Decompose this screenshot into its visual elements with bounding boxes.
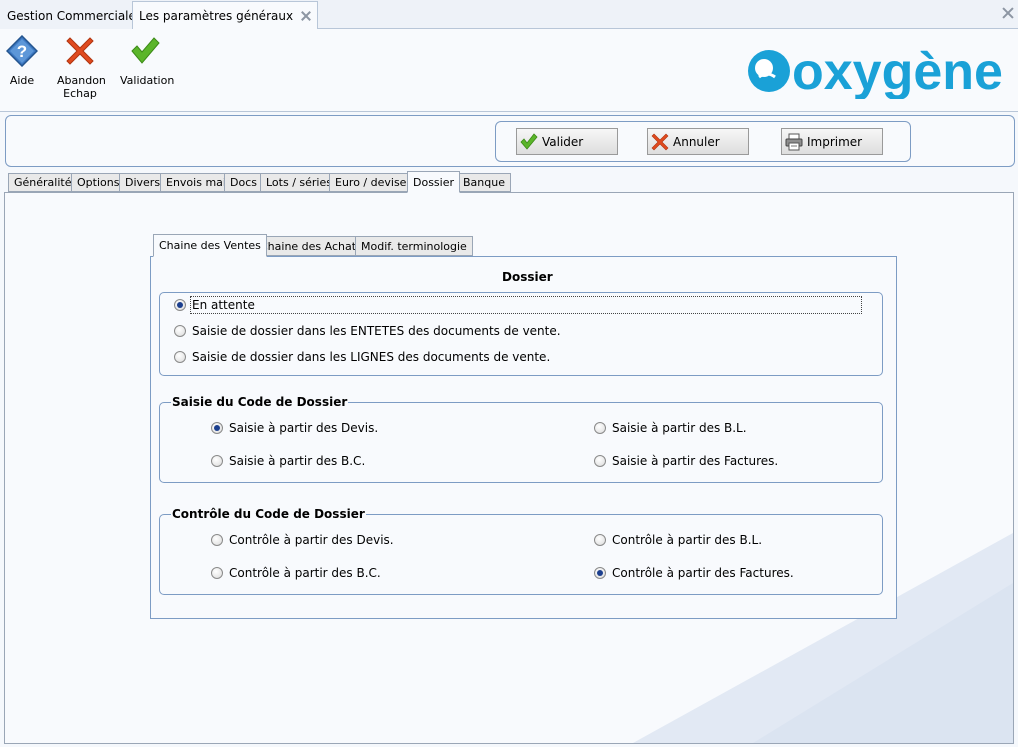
radio-saisie-entetes[interactable]: Saisie de dossier dans les ENTETES des d… — [174, 324, 561, 338]
cross-icon — [66, 37, 94, 65]
radio-selected-icon — [174, 299, 186, 311]
checkmark-icon — [131, 37, 160, 64]
tab-modif-terminologie[interactable]: Modif. terminologie — [355, 236, 473, 256]
radio-unselected-icon — [174, 325, 186, 337]
radio-controle-bc[interactable]: Contrôle à partir des B.C. — [211, 566, 381, 580]
validation-label: Validation — [120, 74, 175, 87]
imprimer-button[interactable]: Imprimer — [781, 128, 883, 155]
valider-button[interactable]: Valider — [516, 128, 618, 155]
tab-options[interactable]: Options — [71, 173, 126, 192]
close-icon[interactable] — [301, 11, 311, 21]
tab-label: Modif. terminologie — [361, 239, 467, 253]
tab-divers[interactable]: Divers — [119, 173, 167, 192]
tab-label: Euro / devises — [335, 176, 413, 189]
tab-label: Lots / séries — [266, 176, 332, 189]
imprimer-label: Imprimer — [807, 134, 863, 149]
radio-label: Contrôle à partir des B.L. — [612, 533, 763, 547]
dossier-title: Dossier — [501, 270, 554, 284]
annuler-button[interactable]: Annuler — [647, 128, 749, 155]
radio-saisie-bl[interactable]: Saisie à partir des B.L. — [594, 421, 747, 435]
ribbon-toolbar: ? Aide Abandon Echap Validation oxygène — [0, 29, 1018, 112]
tab-label: Docs — [230, 176, 257, 189]
radio-selected-icon — [211, 422, 223, 434]
radio-unselected-icon — [211, 567, 223, 579]
radio-saisie-bc[interactable]: Saisie à partir des B.C. — [211, 454, 365, 468]
tab-label: Chaine des Achats — [260, 239, 362, 253]
aide-button[interactable]: ? Aide — [5, 34, 39, 87]
abandon-button[interactable]: Abandon Echap — [57, 35, 106, 100]
help-icon: ? — [5, 34, 39, 68]
radio-saisie-factures[interactable]: Saisie à partir des Factures. — [594, 454, 778, 468]
radio-unselected-icon — [594, 422, 606, 434]
radio-saisie-devis[interactable]: Saisie à partir des Devis. — [211, 421, 378, 435]
doc-tab-parametres-generaux[interactable]: Les paramètres généraux — [132, 1, 319, 30]
cross-icon — [651, 133, 669, 150]
radio-selected-icon — [594, 567, 606, 579]
radio-label: Saisie à partir des B.C. — [229, 454, 366, 468]
tab-label: Divers — [125, 176, 161, 189]
printer-icon — [785, 133, 803, 150]
radio-label: Saisie à partir des B.L. — [612, 421, 747, 435]
radio-label: Saisie à partir des Devis. — [229, 421, 379, 435]
radio-controle-bl[interactable]: Contrôle à partir des B.L. — [594, 533, 762, 547]
radio-label: Saisie de dossier dans les LIGNES des do… — [192, 350, 551, 364]
saisie-code-dossier-group — [159, 402, 883, 483]
tab-chaine-des-achats[interactable]: Chaine des Achats — [254, 236, 368, 256]
tab-chaine-des-ventes[interactable]: Chaine des Ventes — [153, 234, 267, 257]
radio-label: Contrôle à partir des B.C. — [229, 566, 381, 580]
valider-label: Valider — [542, 134, 584, 149]
radio-label: Contrôle à partir des Devis. — [229, 533, 394, 547]
oxygene-logo: oxygène — [748, 43, 1003, 99]
document-tab-bar: Gestion Commerciale Les paramètres génér… — [0, 0, 1018, 30]
radio-unselected-icon — [594, 455, 606, 467]
close-window-icon[interactable] — [1002, 7, 1014, 19]
radio-unselected-icon — [594, 534, 606, 546]
radio-unselected-icon — [211, 534, 223, 546]
logo-text: oxygène — [792, 43, 1003, 99]
radio-label: Saisie de dossier dans les ENTETES des d… — [192, 324, 561, 338]
annuler-label: Annuler — [673, 134, 720, 149]
radio-label: En attente — [190, 296, 862, 314]
tab-banque[interactable]: Banque — [457, 173, 511, 192]
radio-unselected-icon — [211, 455, 223, 467]
radio-controle-factures[interactable]: Contrôle à partir des Factures. — [594, 566, 794, 580]
doc-tab-label: Gestion Commerciale — [7, 9, 136, 23]
radio-unselected-icon — [174, 351, 186, 363]
radio-en-attente[interactable]: En attente — [174, 296, 862, 314]
aide-label: Aide — [9, 74, 35, 87]
tab-lots-series[interactable]: Lots / séries — [260, 173, 338, 192]
controle-group-title: Contrôle du Code de Dossier — [171, 507, 366, 521]
tab-label: Banque — [463, 176, 505, 189]
radio-saisie-lignes[interactable]: Saisie de dossier dans les LIGNES des do… — [174, 350, 550, 364]
tab-label: Dossier — [413, 175, 455, 189]
saisie-group-title: Saisie du Code de Dossier — [171, 395, 349, 409]
abandon-label-line2: Echap — [63, 87, 97, 100]
validation-button[interactable]: Validation — [120, 35, 174, 87]
tab-dossier[interactable]: Dossier — [407, 171, 461, 193]
checkmark-icon — [520, 132, 538, 150]
tab-euro-devises[interactable]: Euro / devises — [329, 173, 419, 192]
radio-label: Saisie à partir des Factures. — [612, 454, 779, 468]
radio-controle-devis[interactable]: Contrôle à partir des Devis. — [211, 533, 394, 547]
tab-label: Options — [77, 176, 120, 189]
radio-label: Contrôle à partir des Factures. — [612, 566, 794, 580]
controle-code-dossier-group — [159, 514, 883, 595]
tab-docs[interactable]: Docs — [224, 173, 263, 192]
doc-tab-label: Les paramètres généraux — [139, 9, 294, 23]
abandon-label-line1: Abandon — [57, 74, 106, 87]
tab-label: Généralités — [14, 176, 78, 189]
tab-label: Chaine des Ventes — [159, 239, 261, 252]
tab-label: Envois mail — [166, 176, 230, 189]
svg-text:?: ? — [17, 42, 27, 61]
